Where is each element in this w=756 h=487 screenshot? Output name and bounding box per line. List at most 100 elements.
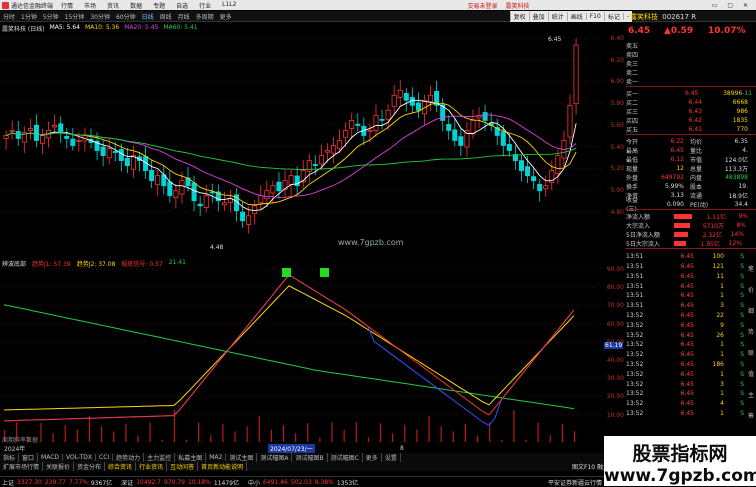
menu-item-0[interactable]: 行情	[61, 1, 73, 10]
period-tab-7[interactable]: 周线	[157, 12, 175, 21]
period-tab-9[interactable]: 多周期	[193, 12, 217, 21]
buy-extra: -11	[742, 89, 752, 97]
indicator-tab-0[interactable]: 指标	[0, 453, 20, 462]
indicator-tab-4[interactable]: CCI	[96, 454, 114, 461]
side-tab-1[interactable]: 价	[748, 285, 754, 294]
signal-bar	[573, 431, 576, 442]
flow-pct: 9%	[738, 212, 748, 220]
info-tab-4[interactable]: 行业资讯	[136, 462, 168, 471]
buy-vol: 770	[736, 125, 748, 133]
tick-vol: 186	[712, 361, 724, 369]
indicator-tab-7[interactable]: 私募主图	[175, 453, 207, 462]
period-tab-0[interactable]: 分时	[0, 12, 18, 21]
indicator-tab-14[interactable]: 设置	[382, 453, 401, 462]
tick-time: 13:52	[626, 410, 644, 418]
indicator-chart[interactable]	[0, 266, 606, 444]
menu-item-7[interactable]: L1L2	[222, 1, 236, 10]
period-tab-6[interactable]: 日线	[139, 12, 157, 21]
period-tab-3[interactable]: 15分钟	[62, 12, 88, 21]
indicator-tab-10[interactable]: 测试幅图A	[257, 453, 293, 462]
info-tab-0[interactable]: 扩展市场行情	[0, 462, 44, 471]
indicator-tab-13[interactable]: 更多	[363, 453, 382, 462]
menu-item-2[interactable]: 资讯	[107, 1, 119, 10]
candle-body	[221, 202, 227, 206]
status-bar: 上证 3327.30 239.77 7.77% 9367亿 深证 10492.7…	[0, 476, 604, 487]
candle-body	[209, 191, 215, 194]
quote-val2: 4.	[742, 146, 748, 154]
price-axis: 6.40 6.20 6.00 5.80 5.60 5.40 5.20 5.00 4.80	[604, 31, 626, 256]
side-tab-3[interactable]: 势	[748, 327, 754, 336]
chart-tool-4[interactable]: F10	[585, 13, 604, 20]
candlestick-chart[interactable]: 6.45 4.48	[0, 31, 606, 256]
idx2-name[interactable]: 深证	[121, 478, 133, 487]
menu-item-5[interactable]: 自选	[176, 1, 188, 10]
period-tab-8[interactable]: 月线	[175, 12, 193, 21]
candle-body	[470, 119, 476, 135]
indicator-tab-8[interactable]: MA2	[206, 454, 227, 461]
indicator-tab-2[interactable]: MACD	[38, 454, 64, 461]
period-tab-10[interactable]: 更多	[217, 12, 235, 21]
menu-item-6[interactable]: 行业	[199, 1, 211, 10]
tick-side: S	[740, 370, 744, 378]
menu-item-1[interactable]: 市场	[84, 1, 96, 10]
menu-item-3[interactable]: 数据	[130, 1, 142, 10]
indicator-tab-6[interactable]: 主力监控	[144, 453, 176, 462]
chart-tool-1[interactable]: 叠加	[528, 12, 548, 21]
side-tab-0[interactable]: 笔	[748, 264, 754, 273]
period-tab-1[interactable]: 1分钟	[18, 12, 40, 21]
stock-notice[interactable]: 露笑科技	[505, 1, 529, 10]
price-tick: 5.20	[610, 165, 624, 173]
period-tab-2[interactable]: 5分钟	[40, 12, 62, 21]
buy-price: 6.44	[688, 98, 702, 106]
period-tab-5[interactable]: 60分钟	[113, 12, 139, 21]
info-tab-6[interactable]: 首页新动能说明	[198, 462, 248, 471]
tick-side: S	[740, 302, 744, 310]
chart-tool-5[interactable]: 标记	[603, 12, 623, 21]
candle-body	[367, 130, 373, 132]
signal-bar	[40, 423, 42, 442]
tick-time: 13:52	[626, 341, 644, 349]
idx3-name[interactable]: 中小	[248, 478, 260, 487]
indicator-tab-5[interactable]: 趋势动力	[113, 453, 145, 462]
orderbook-separator	[626, 86, 756, 87]
side-tab-4[interactable]: 联	[748, 348, 754, 357]
tick-vol: 26	[716, 331, 724, 339]
chart-tool-0[interactable]: 复权	[509, 12, 529, 21]
window-controls[interactable]: ▭ ▢ ✕	[712, 2, 752, 9]
login-notice[interactable]: 交易未登录	[467, 1, 497, 10]
candle-body	[167, 181, 173, 197]
indicator-tab-3[interactable]: VOL-TDX	[63, 454, 96, 461]
signal-marker	[320, 268, 329, 277]
tick-side: S	[740, 380, 744, 388]
candle-body	[531, 176, 537, 182]
side-tab-7[interactable]: 筹	[748, 411, 754, 420]
idx1-name[interactable]: 上证	[2, 478, 14, 487]
side-tab-6[interactable]: 主	[748, 390, 754, 399]
j3-line	[3, 274, 575, 427]
signal-bar	[137, 435, 139, 442]
info-tab-2[interactable]: 资金分布	[74, 462, 106, 471]
buy-vol: 986	[736, 107, 748, 115]
stock-header: 露笑科技 002617 R	[630, 12, 696, 22]
quote-val2: 6.35	[734, 137, 748, 145]
indicator-tab-9[interactable]: 测试主图	[226, 453, 258, 462]
stock-name: 露笑科技	[630, 13, 658, 21]
tick-price: 6.45	[680, 321, 694, 329]
indicator-tab-11[interactable]: 测试幅图B	[292, 453, 328, 462]
period-tab-4[interactable]: 30分钟	[87, 12, 113, 21]
menu-item-4[interactable]: 专题	[153, 1, 165, 10]
chart-tool-2[interactable]: 统计	[547, 12, 567, 21]
side-tab-2[interactable]: 细	[748, 306, 754, 315]
info-tab-5[interactable]: 互动问答	[167, 462, 199, 471]
side-tab-5[interactable]: 值	[748, 369, 754, 378]
chart-tool-3[interactable]: 画线	[566, 12, 586, 21]
indicator-tab-1[interactable]: 窗口	[19, 453, 39, 462]
info-tab-3[interactable]: 综合资讯	[105, 462, 137, 471]
candle-body	[58, 123, 64, 133]
indicator-tab-12[interactable]: 测试幅图C	[328, 453, 363, 462]
candle-body	[391, 94, 397, 108]
candle-body	[39, 135, 46, 144]
info-tab-1[interactable]: 关联报价	[43, 462, 75, 471]
buy-price: 6.42	[688, 116, 702, 124]
quote-val: 3.13	[670, 191, 684, 199]
